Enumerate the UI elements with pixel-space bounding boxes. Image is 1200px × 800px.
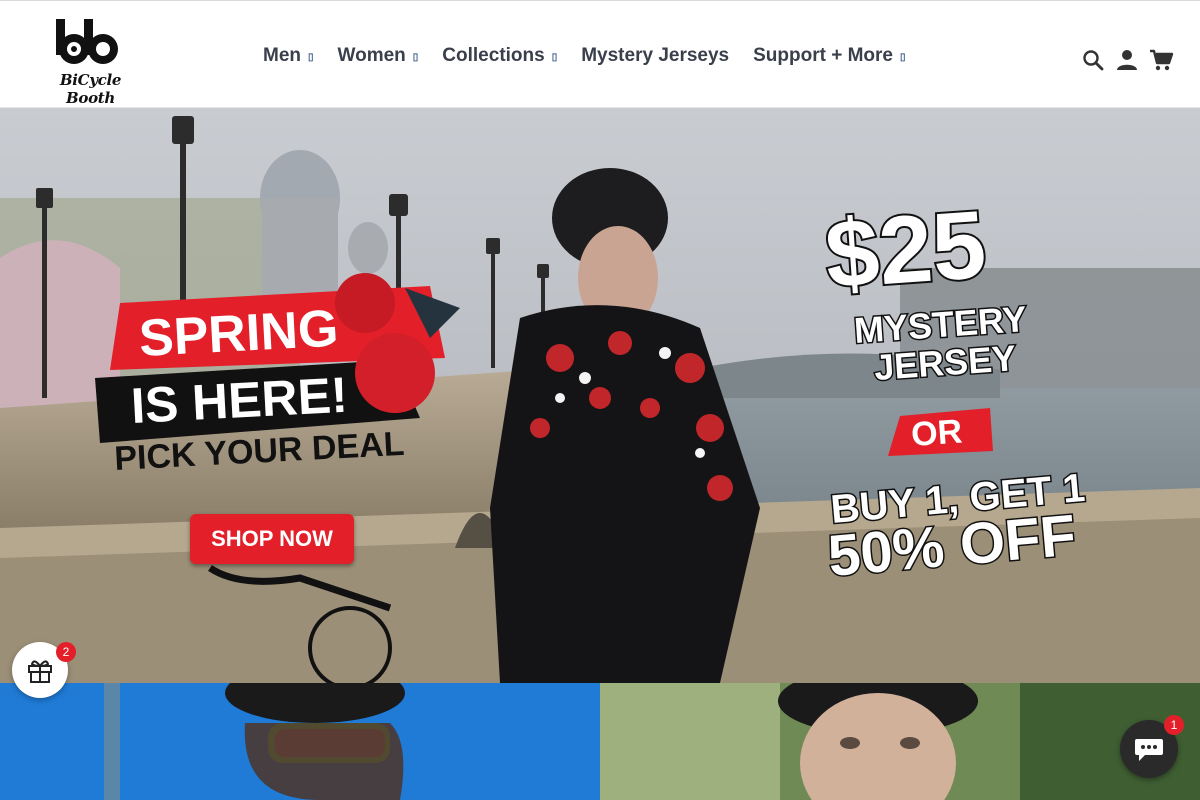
gift-count-badge: 2 xyxy=(56,642,76,662)
account-icon[interactable] xyxy=(1114,47,1140,73)
site-logo[interactable]: BiCycle Booth xyxy=(38,17,143,107)
hero-price: $25 xyxy=(822,191,989,309)
nav-label: Collections xyxy=(442,45,545,66)
hero-or: OR xyxy=(910,413,964,454)
collection-tile-left[interactable] xyxy=(0,683,600,800)
logo-mark-icon xyxy=(56,19,118,64)
header-icons xyxy=(1072,47,1174,73)
hero-artwork: SPRING IS HERE! PICK YOUR DEAL $25 MYSTE… xyxy=(0,108,1200,683)
chat-unread-badge: 1 xyxy=(1164,715,1184,735)
nav-label: Mystery Jerseys xyxy=(581,45,730,66)
collection-tile-right[interactable] xyxy=(600,683,1200,800)
tile-image-rider xyxy=(600,683,1200,800)
nav-label: Women xyxy=(337,45,406,66)
chevron-down-icon: ▯ xyxy=(551,52,558,63)
nav-label: Men xyxy=(263,45,301,66)
search-icon[interactable] xyxy=(1080,47,1106,73)
nav-item-collections[interactable]: Collections ▯ xyxy=(442,45,557,67)
chevron-down-icon: ▯ xyxy=(899,52,906,63)
nav-label: Support + More xyxy=(753,45,893,66)
hero-banner[interactable]: SPRING IS HERE! PICK YOUR DEAL $25 MYSTE… xyxy=(0,108,1200,683)
hero-headline-spring: SPRING xyxy=(138,300,340,368)
main-nav: Men ▯ Women ▯ Collections ▯ Mystery Jers… xyxy=(263,44,930,68)
collection-tiles xyxy=(0,683,1200,800)
chevron-down-icon: ▯ xyxy=(412,52,419,63)
gift-icon xyxy=(28,660,52,683)
nav-item-women[interactable]: Women ▯ xyxy=(338,45,419,67)
logo-wordmark: BiCycle Booth xyxy=(59,71,122,107)
nav-item-men[interactable]: Men ▯ xyxy=(263,45,314,67)
chat-bubble-icon xyxy=(1135,739,1163,761)
chevron-down-icon: ▯ xyxy=(308,52,314,63)
nav-item-mystery-jerseys[interactable]: Mystery Jerseys xyxy=(581,45,729,67)
site-header: BiCycle Booth Men ▯ Women ▯ Collections … xyxy=(0,1,1200,108)
hero-headline-is-here: IS HERE! xyxy=(130,367,349,434)
tile-image-cyclist xyxy=(0,683,600,800)
shop-now-button[interactable]: SHOP NOW xyxy=(190,514,354,564)
nav-item-support[interactable]: Support + More ▯ xyxy=(753,45,905,67)
cart-icon[interactable] xyxy=(1148,47,1174,73)
shop-now-label: SHOP NOW xyxy=(211,526,333,551)
